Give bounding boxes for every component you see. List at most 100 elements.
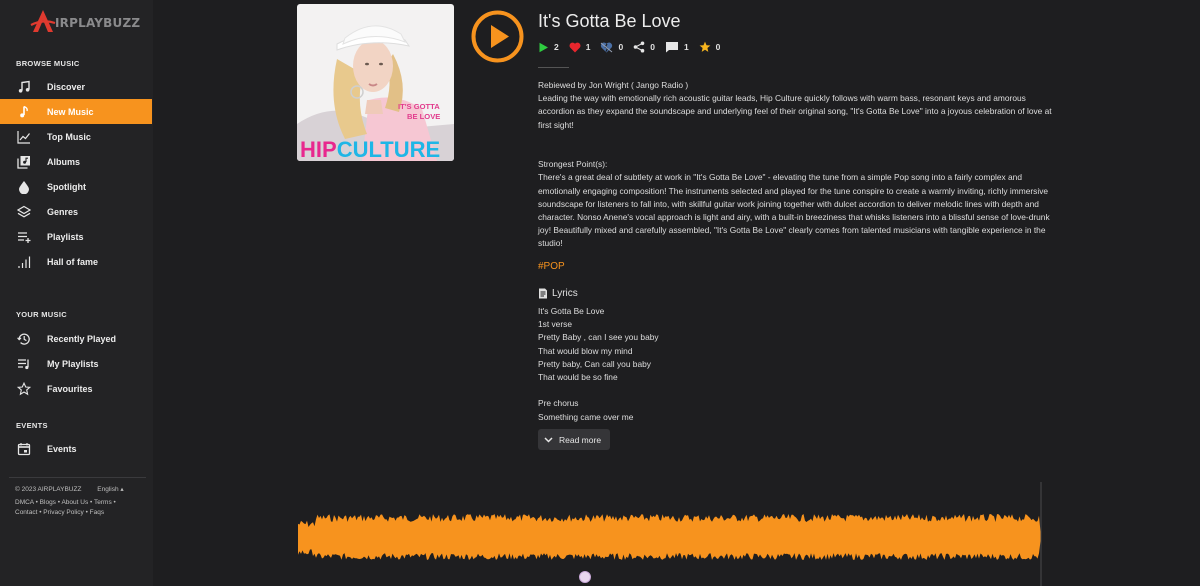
sidebar-item-spotlight[interactable]: Spotlight: [0, 174, 152, 199]
sidebar-item-label: New Music: [47, 106, 94, 117]
brand-name: IRPLAYBUZZ: [55, 16, 141, 30]
your-music-title: YOUR MUSIC: [16, 310, 67, 319]
footer-link-dmca[interactable]: DMCA: [15, 499, 34, 506]
language-selector[interactable]: English ▴: [97, 486, 123, 493]
lyrics-line: Something came over me: [538, 411, 634, 422]
sidebar-item-recently-played[interactable]: Recently Played: [0, 326, 152, 351]
comment-icon: [665, 42, 678, 53]
sidebar: IRPLAYBUZZ BROWSE MUSIC Discover New Mus…: [0, 0, 153, 586]
album-library-icon: [17, 155, 31, 169]
heart-icon: [569, 42, 581, 52]
caret-up-icon: ▴: [120, 486, 124, 493]
footer-link-contact[interactable]: Contact: [15, 509, 37, 516]
lyrics-title: Lyrics: [552, 288, 578, 299]
comments-count: 1: [683, 42, 689, 52]
star-outline-icon: [17, 381, 31, 396]
music-note-single-icon: [17, 105, 31, 119]
play-count-icon: [539, 42, 548, 52]
sidebar-item-hall-of-fame[interactable]: Hall of fame: [0, 249, 152, 274]
playlist-icon: [17, 357, 31, 371]
browse-music-title: BROWSE MUSIC: [16, 59, 80, 68]
share-button[interactable]: 0: [633, 41, 655, 53]
user-avatar[interactable]: [579, 571, 591, 583]
audio-waveform-scrubber[interactable]: [296, 480, 1046, 586]
sidebar-item-my-playlists[interactable]: My Playlists: [0, 351, 152, 376]
plays-count: 2: [554, 42, 559, 52]
sidebar-item-favourites[interactable]: Favourites: [0, 376, 152, 401]
music-note-icon: [17, 80, 31, 94]
sidebar-item-discover[interactable]: Discover: [0, 74, 152, 99]
song-title: It's Gotta Be Love: [538, 11, 681, 31]
shares-count: 0: [650, 42, 655, 52]
sidebar-item-label: Hall of fame: [47, 256, 99, 267]
lyrics-line: [538, 384, 659, 397]
album-cover[interactable]: IT'S GOTTA BE LOVE HIPCULTURE: [297, 4, 454, 161]
sidebar-footer-links: DMCA • Blogs • About Us • Terms • Contac…: [15, 499, 116, 516]
lyrics-document-icon: [539, 288, 547, 299]
sidebar-footer-copyright-row: © 2023 AIRPLAYBUZZ English ▴: [15, 485, 124, 495]
sidebar-item-label: Events: [47, 443, 77, 454]
sidebar-item-playlists[interactable]: Playlists: [0, 224, 152, 249]
playlist-add-icon: [17, 230, 31, 244]
sidebar-item-label: My Playlists: [47, 358, 99, 369]
droplet-icon: [17, 180, 31, 194]
footer-link-about[interactable]: About Us: [61, 499, 88, 506]
footer-link-blogs[interactable]: Blogs: [40, 499, 56, 506]
sidebar-item-genres[interactable]: Genres: [0, 199, 152, 224]
sidebar-item-new-music[interactable]: New Music: [0, 99, 152, 124]
history-icon: [17, 332, 31, 346]
sidebar-item-label: Spotlight: [47, 181, 86, 192]
cover-illustration: IT'S GOTTA BE LOVE HIPCULTURE: [297, 4, 454, 161]
read-more-button[interactable]: Read more: [538, 429, 610, 450]
title-divider: [538, 67, 569, 68]
cover-text-line2: BE LOVE: [407, 112, 440, 121]
share-icon: [633, 41, 645, 53]
broken-heart-icon: [601, 42, 613, 52]
cover-artist-name: HIPCULTURE: [300, 137, 440, 161]
star-icon: [699, 41, 711, 52]
layers-icon: [17, 205, 31, 219]
genre-hashtag-link[interactable]: #POP: [538, 261, 565, 272]
sidebar-item-albums[interactable]: Albums: [0, 149, 152, 174]
lyrics-text: It's Gotta Be Love 1st verse Pretty Baby…: [538, 305, 659, 424]
dislike-button[interactable]: 0: [600, 42, 623, 53]
sidebar-item-events[interactable]: Events: [0, 436, 152, 461]
sidebar-divider: [9, 477, 146, 478]
lyrics-line: Pretty Baby , can I see you baby: [538, 332, 659, 343]
language-label: English: [97, 486, 119, 493]
review-intro: Leading the way with emotionally rich ac…: [538, 93, 1052, 130]
sidebar-item-top-music[interactable]: Top Music: [0, 124, 152, 149]
events-title: EVENTS: [16, 421, 48, 430]
sidebar-item-label: Playlists: [47, 231, 84, 242]
dislikes-count: 0: [618, 42, 624, 52]
calendar-icon: [17, 442, 31, 456]
footer-link-terms[interactable]: Terms: [94, 499, 112, 506]
lyrics-line: Pretty baby, Can call you baby: [538, 358, 651, 369]
comment-button[interactable]: 1: [665, 41, 689, 53]
lyrics-line: Pre chorus: [538, 398, 579, 409]
likes-count: 1: [585, 42, 591, 52]
sidebar-item-label: Favourites: [47, 383, 93, 394]
footer-link-faqs[interactable]: Faqs: [90, 509, 104, 516]
play-button[interactable]: [471, 10, 524, 63]
bars-chart-icon: [17, 255, 31, 269]
lyrics-line: 1st verse: [538, 319, 572, 330]
play-circle-icon: [471, 10, 524, 63]
sidebar-item-label: Discover: [47, 81, 86, 92]
copyright-text: © 2023 AIRPLAYBUZZ: [15, 486, 82, 493]
lyrics-line: That would be so fine: [538, 372, 618, 383]
chevron-down-icon: [544, 436, 553, 443]
brand-logo[interactable]: IRPLAYBUZZ: [30, 7, 140, 35]
read-more-label: Read more: [559, 434, 602, 445]
plays-stat[interactable]: 2: [538, 42, 559, 53]
review-spacer: [538, 132, 1058, 158]
review-byline: Rebiewed by Jon Wright ( Jango Radio ): [538, 80, 689, 90]
lyrics-header: Lyrics: [538, 288, 578, 299]
trending-chart-icon: [17, 130, 31, 144]
like-button[interactable]: 1: [569, 42, 591, 53]
star-rating-button[interactable]: 0: [699, 41, 720, 53]
sidebar-item-label: Genres: [47, 206, 79, 217]
review-strong-text: There's a great deal of subtlety at work…: [538, 172, 1050, 249]
logo-a-icon: [30, 10, 56, 32]
footer-link-privacy[interactable]: Privacy Policy: [43, 509, 83, 516]
